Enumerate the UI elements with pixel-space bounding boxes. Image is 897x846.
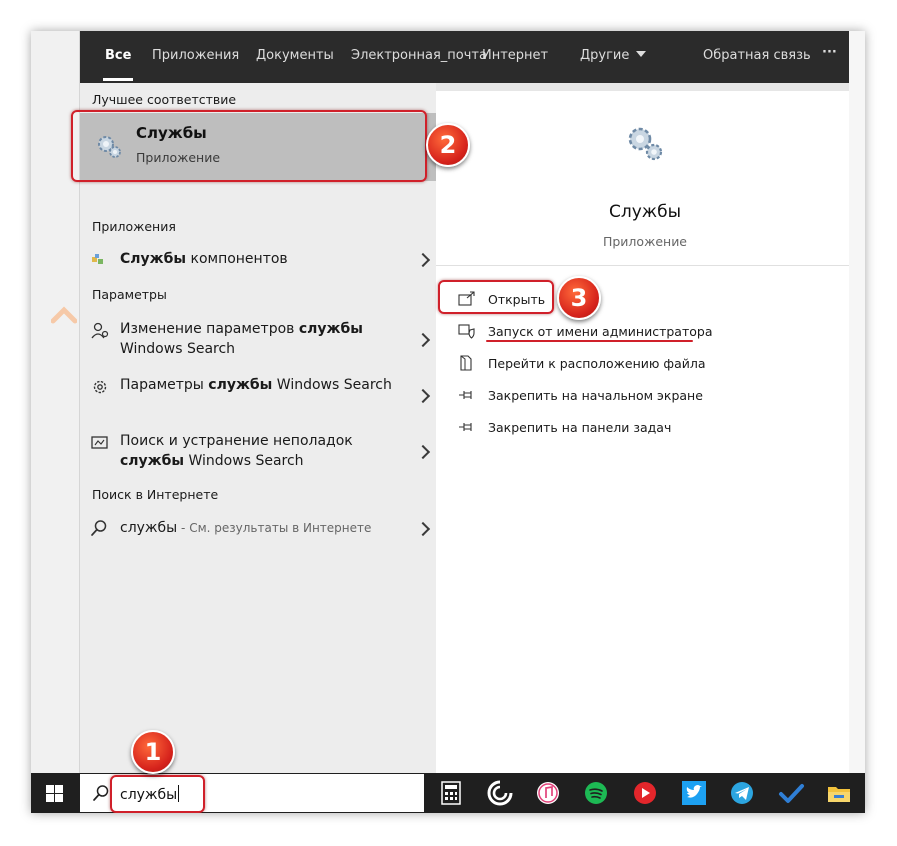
apps-header: Приложения [92,219,176,234]
user-settings-icon [91,322,109,339]
open-action[interactable]: Открыть [458,289,568,311]
component-services-icon [92,254,103,264]
step-badge-3: 3 [557,276,601,320]
chevron-right-icon[interactable] [415,521,431,537]
search-filter-bar: Все Приложения Документы Электронная_поч… [80,31,863,83]
step-badge-2: 2 [426,123,470,167]
todo-check-icon[interactable] [774,776,808,810]
text-cursor [178,785,180,802]
best-match-title: Службы [136,124,207,142]
list-item-troubleshoot-search[interactable]: Поиск и устранение неполадок службы Wind… [80,431,436,475]
itunes-icon[interactable] [531,776,565,810]
tab-more-filters[interactable]: Другие [580,48,647,63]
more-options-icon[interactable]: ··· [822,45,837,60]
action-label: Запуск от имени администратора [488,324,713,339]
twitter-icon[interactable] [677,776,711,810]
preview-subtitle: Приложение [602,234,688,249]
settings-header: Параметры [92,287,167,302]
divider [436,265,854,266]
troubleshoot-icon [91,436,108,449]
best-match-header: Лучшее соответствие [92,92,237,107]
gear-icon [93,380,107,394]
tab-apps[interactable]: Приложения [152,48,239,63]
start-button[interactable] [31,773,79,813]
file-explorer-icon[interactable] [822,776,856,810]
list-item-label: Поиск и устранение неполадок службы Wind… [120,433,353,469]
screenshot-frame: Все Приложения Документы Электронная_поч… [31,31,865,813]
list-item-service-settings[interactable]: Параметры службы Windows Search [80,375,436,419]
search-icon [93,785,109,801]
best-match-item[interactable]: Службы Приложение [80,113,436,181]
web-search-header: Поиск в Интернете [92,487,219,502]
pin-icon [459,391,472,399]
desktop-icon-fragment [51,306,77,324]
list-item-label: Параметры службы Windows Search [120,377,392,393]
music-player-icon[interactable] [628,776,662,810]
action-label: Перейти к расположению файла [488,356,706,371]
preview-card: Службы Приложение Открыть Запуск от имен… [436,91,854,773]
tab-more-label: Другие [580,48,630,63]
search-input[interactable]: службы [120,785,180,803]
desktop-background [31,31,80,773]
list-item-web-search[interactable]: службы - См. результаты в Интернете [80,518,436,548]
pin-to-start-action[interactable]: Закрепить на начальном экране [458,385,718,407]
best-match-subtitle: Приложение [136,150,221,165]
open-icon [458,291,475,306]
services-gear-icon [628,127,663,161]
pin-to-taskbar-action[interactable]: Закрепить на панели задач [458,417,718,439]
results-panel: Лучшее соответствие Службы Приложение Пр… [80,83,436,773]
tab-email[interactable]: Электронная_почта [351,48,487,63]
chevron-right-icon[interactable] [415,388,431,404]
taskbar: службы [31,773,865,813]
browser-icon[interactable] [483,776,517,810]
list-item-change-service-settings[interactable]: Изменение параметров службы Windows Sear… [80,319,436,363]
feedback-link[interactable]: Обратная связь [703,48,811,63]
action-label: Закрепить на начальном экране [488,388,703,403]
desktop-edge [849,31,865,773]
telegram-icon[interactable] [725,776,759,810]
spotify-icon[interactable] [579,776,613,810]
list-item-label: Изменение параметров службы Windows Sear… [120,321,363,357]
services-gear-icon [98,136,121,158]
search-icon [91,520,107,536]
preview-panel: Службы Приложение Открыть Запуск от имен… [436,83,863,773]
pin-icon [459,423,472,431]
step-badge-1: 1 [131,730,175,774]
action-label: Открыть [488,292,546,307]
list-item-component-services[interactable]: Службы компонентов [80,249,436,279]
file-location-icon [460,355,472,371]
action-label: Закрепить на панели задач [488,420,672,435]
highlight-run-as-admin-underline [486,340,693,342]
tab-all[interactable]: Все [102,48,134,81]
chevron-right-icon[interactable] [415,332,431,348]
list-item-label: Службы компонентов [120,251,288,267]
shield-icon [458,324,475,339]
taskbar-search-box[interactable]: службы [80,774,424,812]
chevron-down-icon [636,51,647,57]
calculator-icon[interactable] [434,776,468,810]
tab-internet[interactable]: Интернет [482,48,548,63]
chevron-right-icon[interactable] [415,252,431,268]
windows-logo-icon [46,785,63,802]
chevron-right-icon[interactable] [415,444,431,460]
preview-title: Службы [608,202,682,222]
list-item-label: службы - См. результаты в Интернете [120,520,372,536]
tab-documents[interactable]: Документы [256,48,334,63]
open-file-location-action[interactable]: Перейти к расположению файла [458,353,718,375]
